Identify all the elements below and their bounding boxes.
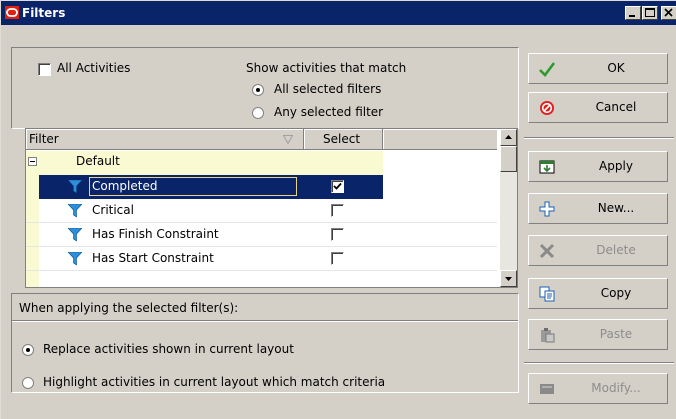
group-label: Default bbox=[76, 154, 120, 168]
filter-row-partial bbox=[26, 271, 497, 287]
apply-button[interactable]: Apply bbox=[528, 151, 668, 182]
filter-row[interactable]: Has Finish Constraint bbox=[26, 223, 497, 247]
close-icon bbox=[664, 8, 673, 17]
maximize-icon bbox=[645, 8, 655, 17]
filters-dialog: Filters All Activities Show activities t… bbox=[0, 0, 676, 419]
minimize-button[interactable] bbox=[625, 6, 641, 20]
filter-row[interactable]: Completed bbox=[26, 175, 497, 199]
row-gutter bbox=[26, 199, 39, 223]
funnel-icon bbox=[68, 252, 82, 266]
new-button[interactable]: New... bbox=[528, 193, 668, 224]
all-activities-label: All Activities bbox=[57, 61, 131, 75]
group-row-default[interactable]: Default bbox=[26, 151, 383, 175]
sort-icon bbox=[283, 135, 293, 144]
row-gutter bbox=[26, 223, 39, 247]
row-gutter bbox=[26, 247, 39, 271]
apply-label: Apply bbox=[599, 159, 633, 173]
paste-label: Paste bbox=[599, 327, 633, 341]
column-header-empty bbox=[383, 129, 497, 150]
arrow-down-icon bbox=[505, 277, 512, 281]
ok-button[interactable]: OK bbox=[528, 53, 668, 84]
filter-grid: Filter Select Default Completed Critical… bbox=[25, 128, 518, 288]
copy-button[interactable]: Copy bbox=[528, 278, 668, 309]
minimize-icon bbox=[629, 15, 635, 17]
window-title: Filters bbox=[22, 6, 66, 20]
filter-name: Critical bbox=[92, 203, 134, 217]
collapse-toggle[interactable] bbox=[28, 157, 37, 166]
select-checkbox[interactable] bbox=[331, 228, 344, 241]
replace-activities-label: Replace activities shown in current layo… bbox=[43, 342, 294, 356]
delete-button[interactable]: Delete bbox=[528, 235, 668, 266]
match-any-label: Any selected filter bbox=[274, 105, 384, 119]
checkmark-icon bbox=[333, 182, 342, 190]
funnel-icon bbox=[68, 204, 82, 218]
close-button[interactable] bbox=[661, 6, 676, 20]
row-gutter bbox=[26, 175, 39, 199]
select-checkbox[interactable] bbox=[331, 180, 344, 193]
highlight-activities-radio[interactable] bbox=[22, 377, 34, 389]
arrow-up-icon bbox=[505, 135, 512, 139]
oracle-icon bbox=[5, 6, 19, 19]
paste-button[interactable]: Paste bbox=[528, 319, 668, 350]
title-bar[interactable]: Filters bbox=[1, 1, 676, 25]
filter-name: Has Finish Constraint bbox=[92, 227, 219, 241]
column-header-filter[interactable]: Filter bbox=[26, 129, 304, 150]
filter-name: Has Start Constraint bbox=[92, 251, 214, 265]
select-checkbox[interactable] bbox=[331, 204, 344, 217]
match-all-label: All selected filters bbox=[274, 82, 382, 96]
cancel-button[interactable]: Cancel bbox=[528, 92, 668, 123]
grid-scrollbar[interactable] bbox=[500, 129, 517, 287]
match-all-radio[interactable] bbox=[252, 84, 264, 96]
modify-button[interactable]: Modify... bbox=[528, 373, 668, 404]
new-label: New... bbox=[597, 201, 635, 215]
modify-label: Modify... bbox=[591, 381, 641, 395]
highlight-activities-label: Highlight activities in current layout w… bbox=[43, 375, 386, 389]
all-activities-checkbox[interactable] bbox=[38, 63, 51, 76]
filter-row[interactable]: Critical bbox=[26, 199, 497, 223]
funnel-icon bbox=[68, 180, 82, 194]
scroll-up-button[interactable] bbox=[500, 129, 517, 146]
filter-row[interactable]: Has Start Constraint bbox=[26, 247, 497, 271]
maximize-button[interactable] bbox=[642, 6, 658, 20]
delete-label: Delete bbox=[596, 243, 636, 257]
match-heading: Show activities that match bbox=[246, 61, 407, 75]
column-header-select-label: Select bbox=[323, 132, 361, 146]
filter-name: Completed bbox=[92, 179, 158, 193]
column-header-select[interactable]: Select bbox=[304, 129, 383, 150]
select-checkbox[interactable] bbox=[331, 252, 344, 265]
copy-label: Copy bbox=[600, 286, 632, 300]
scroll-down-button[interactable] bbox=[500, 270, 517, 287]
column-header-filter-label: Filter bbox=[29, 132, 59, 146]
match-options-panel bbox=[11, 47, 519, 129]
funnel-icon bbox=[68, 228, 82, 242]
apply-options-heading: When applying the selected filter(s): bbox=[19, 301, 239, 315]
ok-label: OK bbox=[607, 61, 625, 75]
cancel-label: Cancel bbox=[595, 100, 637, 114]
replace-activities-radio[interactable] bbox=[22, 344, 34, 356]
match-any-radio[interactable] bbox=[252, 107, 264, 119]
scroll-thumb[interactable] bbox=[500, 146, 517, 172]
